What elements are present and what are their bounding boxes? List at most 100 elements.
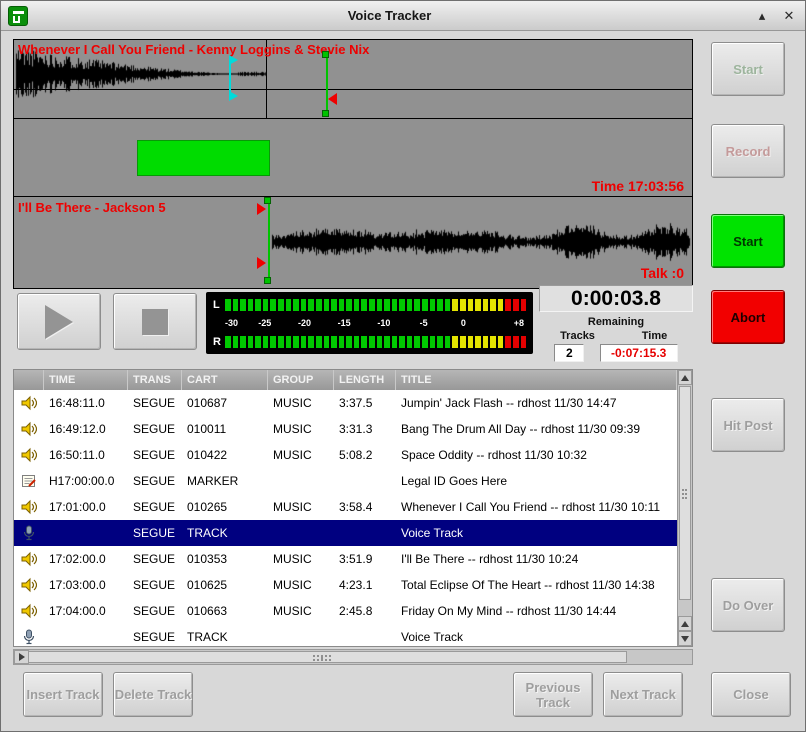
mic-icon [14, 525, 44, 541]
scroll-right-button[interactable] [14, 650, 29, 664]
track-row[interactable]: 17:01:00.0SEGUE010265MUSIC3:58.4Whenever… [14, 494, 677, 520]
column-header-trans[interactable]: TRANS [128, 370, 182, 390]
track2-start-bottom-handle[interactable] [264, 277, 271, 284]
cell-cart: 010663 [182, 604, 268, 618]
track-row[interactable]: 16:49:12.0SEGUE010011MUSIC3:31.3Bang The… [14, 416, 677, 442]
previous-track-button[interactable]: Previous Track [513, 672, 593, 717]
voicetrack-region[interactable] [137, 140, 270, 176]
cell-time: 16:49:12.0 [44, 422, 128, 436]
track-start-marker-line[interactable] [326, 54, 328, 116]
meter-segment [407, 336, 413, 348]
time-label: Time 17:03:56 [592, 178, 684, 194]
start-track2-button[interactable]: Start [711, 214, 785, 268]
meter-segment [452, 299, 458, 311]
column-header-title[interactable]: TITLE [396, 370, 677, 390]
track-row[interactable]: H17:00:00.0SEGUEMARKERLegal ID Goes Here [14, 468, 677, 494]
column-header-group[interactable]: GROUP [268, 370, 334, 390]
meter-segment [293, 299, 299, 311]
meter-segment [377, 299, 383, 311]
meter-segment [377, 336, 383, 348]
cell-trans: SEGUE [128, 552, 182, 566]
hit-post-button[interactable]: Hit Post [711, 398, 785, 452]
titlebar[interactable]: Voice Tracker ▴ ✕ [1, 1, 805, 31]
stop-button[interactable] [113, 293, 197, 350]
track2-segue-marker-top[interactable] [257, 203, 266, 215]
track2-title: I'll Be There - Jackson 5 [18, 200, 166, 215]
meter-tick: -30 [225, 318, 238, 328]
insert-track-button[interactable]: Insert Track [23, 672, 103, 717]
record-button[interactable]: Record [711, 124, 785, 178]
meter-segment [263, 299, 269, 311]
cell-trans: SEGUE [128, 500, 182, 514]
meter-segment [278, 299, 284, 311]
track1-pane[interactable]: Whenever I Call You Friend - Kenny Loggi… [13, 39, 693, 119]
meter-segment [521, 336, 527, 348]
cell-title: Voice Track [396, 526, 677, 540]
remaining-time-label: Time [616, 330, 693, 342]
vscroll-thumb[interactable] [679, 386, 691, 600]
speaker-icon [14, 499, 44, 515]
track-start-top-handle[interactable] [322, 51, 329, 58]
track-row[interactable]: SEGUETRACKVoice Track [14, 624, 677, 646]
vertical-scrollbar[interactable] [677, 370, 692, 646]
scroll-down-button[interactable] [678, 631, 692, 646]
track-row[interactable]: SEGUETRACKVoice Track [14, 520, 677, 546]
app-icon[interactable] [8, 6, 28, 26]
meter-tick: -25 [258, 318, 271, 328]
meter-tick: -15 [338, 318, 351, 328]
speaker-icon [14, 447, 44, 463]
column-header-cart[interactable]: CART [182, 370, 268, 390]
meter-tick: 0 [461, 318, 466, 328]
column-header-length[interactable]: LENGTH [334, 370, 396, 390]
meter-segment [324, 299, 330, 311]
track-row[interactable]: 16:48:11.0SEGUE010687MUSIC3:37.5Jumpin' … [14, 390, 677, 416]
track-row[interactable]: 16:50:11.0SEGUE010422MUSIC5:08.2Space Od… [14, 442, 677, 468]
cell-group: MUSIC [268, 500, 334, 514]
track2-start-marker-line[interactable] [268, 200, 270, 284]
play-button[interactable] [17, 293, 101, 350]
meter-segment [225, 336, 231, 348]
play-icon [45, 305, 73, 339]
cell-title: Total Eclipse Of The Heart -- rdhost 11/… [396, 578, 677, 592]
talk-marker-top-handle[interactable] [229, 55, 238, 65]
cell-group: MUSIC [268, 552, 334, 566]
track2-segue-marker-bottom[interactable] [257, 257, 266, 269]
close-icon[interactable]: ✕ [778, 5, 800, 27]
delete-track-button[interactable]: Delete Track [113, 672, 193, 717]
meter-segment [354, 299, 360, 311]
cell-title: Whenever I Call You Friend -- rdhost 11/… [396, 500, 677, 514]
cell-cart: TRACK [182, 526, 268, 540]
shade-button[interactable]: ▴ [751, 5, 773, 27]
meter-segment [422, 299, 428, 311]
meter-left-bar [225, 299, 526, 311]
track2-pane[interactable]: I'll Be There - Jackson 5 Talk :0 [13, 197, 693, 289]
scroll-up-button-2[interactable] [678, 616, 692, 631]
track-row[interactable]: 17:04:00.0SEGUE010663MUSIC2:45.8Friday O… [14, 598, 677, 624]
start-track1-button[interactable]: Start [711, 42, 785, 96]
meter-segment [316, 299, 322, 311]
do-over-button[interactable]: Do Over [711, 578, 785, 632]
column-header-time[interactable]: TIME [44, 370, 128, 390]
talk-marker-bottom-handle[interactable] [229, 91, 238, 101]
next-track-button[interactable]: Next Track [603, 672, 683, 717]
track-row[interactable]: 17:02:00.0SEGUE010353MUSIC3:51.9I'll Be … [14, 546, 677, 572]
close-window-button[interactable]: Close [711, 672, 791, 717]
segue-marker[interactable] [328, 93, 337, 105]
column-header-icon[interactable] [14, 370, 44, 390]
meter-left-label: L [213, 299, 225, 311]
meter-segment [361, 336, 367, 348]
vu-meter: L -30-25-20-15-10-50+8 R [206, 292, 533, 354]
meter-segment [270, 299, 276, 311]
meter-segment [361, 299, 367, 311]
horizontal-scrollbar[interactable] [13, 649, 693, 665]
meter-segment [286, 336, 292, 348]
abort-button[interactable]: Abort [711, 290, 785, 344]
track-row[interactable]: 17:03:00.0SEGUE010625MUSIC4:23.1Total Ec… [14, 572, 677, 598]
hscroll-thumb[interactable] [15, 651, 627, 663]
scroll-up-button[interactable] [678, 370, 692, 385]
track-start-bottom-handle[interactable] [322, 110, 329, 117]
voicetrack-pane[interactable]: Time 17:03:56 [13, 119, 693, 197]
meter-segment [490, 299, 496, 311]
cell-time: 17:03:00.0 [44, 578, 128, 592]
app-icon-glyph [13, 16, 20, 23]
